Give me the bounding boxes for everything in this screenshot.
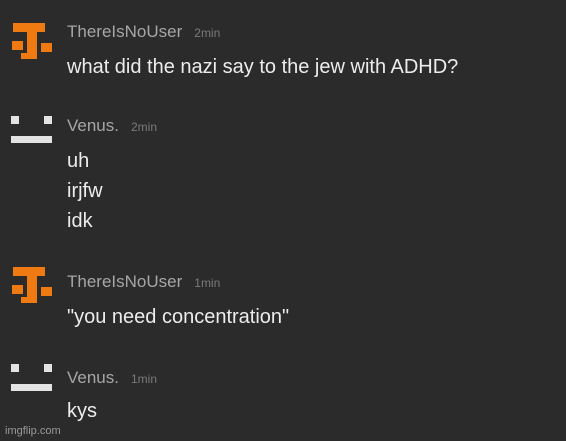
message-header: Venus. 2min [67, 116, 157, 136]
message-line: what did the nazi say to the jew with AD… [67, 56, 459, 78]
orange-glyph-avatar-icon[interactable] [10, 266, 54, 306]
username[interactable]: Venus. [67, 368, 119, 387]
message-text: uh irjfw idk [67, 146, 103, 236]
neutral-face-avatar-icon[interactable] [10, 364, 54, 404]
message-header: ThereIsNoUser 1min [67, 272, 220, 292]
timestamp: 1min [131, 372, 158, 386]
timestamp: 2min [131, 120, 158, 134]
message-line: irjfw [67, 180, 103, 202]
message-line: uh [67, 150, 90, 172]
timestamp: 2min [194, 26, 221, 40]
imgflip-watermark: imgflip.com [5, 425, 61, 437]
orange-glyph-avatar-icon[interactable] [10, 22, 54, 62]
username[interactable]: ThereIsNoUser [67, 272, 182, 291]
username[interactable]: Venus. [67, 116, 119, 135]
message-header: Venus. 1min [67, 368, 157, 388]
message-text: kys [67, 396, 97, 426]
message-line: "you need concentration" [67, 306, 290, 328]
timestamp: 1min [194, 276, 221, 290]
message-line: kys [67, 400, 97, 422]
message-text: "you need concentration" [67, 302, 289, 332]
neutral-face-avatar-icon[interactable] [10, 116, 54, 156]
message-header: ThereIsNoUser 2min [67, 22, 220, 42]
username[interactable]: ThereIsNoUser [67, 22, 182, 41]
message-line: idk [67, 210, 93, 232]
message-text: what did the nazi say to the jew with AD… [67, 52, 458, 82]
